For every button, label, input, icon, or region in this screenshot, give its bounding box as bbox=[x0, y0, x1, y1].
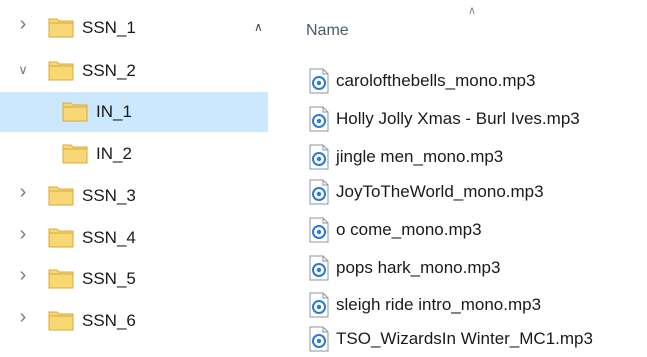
nav-item-ssn-5[interactable]: › SSN_5 bbox=[0, 259, 268, 299]
file-row[interactable]: Holly Jolly Xmas - Burl Ives.mp3 bbox=[308, 104, 647, 134]
nav-item-ssn-3[interactable]: › SSN_3 bbox=[0, 176, 268, 216]
file-row[interactable]: TSO_WizardsIn Winter_MC1.mp3 bbox=[308, 324, 647, 354]
nav-item-label: IN_1 bbox=[96, 102, 132, 121]
navigation-pane: › SSN_1 ∨ SSN_2 IN_1 IN_2 › SSN_3 › SSN_4 › SSN_5 › S… bbox=[0, 0, 268, 349]
chevron-right-icon[interactable]: › bbox=[16, 307, 30, 327]
file-row[interactable]: pops hark_mono.mp3 bbox=[308, 253, 647, 283]
file-name: pops hark_mono.mp3 bbox=[336, 258, 501, 277]
file-name: TSO_WizardsIn Winter_MC1.mp3 bbox=[336, 329, 593, 348]
folder-icon bbox=[48, 59, 74, 81]
nav-item-label: SSN_4 bbox=[82, 228, 136, 247]
folder-icon bbox=[48, 226, 74, 248]
nav-item-label: SSN_3 bbox=[82, 186, 136, 205]
nav-item-in-2[interactable]: IN_2 bbox=[0, 134, 268, 174]
file-name: jingle men_mono.mp3 bbox=[336, 147, 504, 166]
audio-file-icon bbox=[308, 144, 330, 170]
nav-item-label: SSN_2 bbox=[82, 61, 136, 80]
nav-item-label: SSN_1 bbox=[82, 18, 136, 37]
name-column-header[interactable]: Name bbox=[306, 22, 349, 40]
file-name: carolofthebells_mono.mp3 bbox=[336, 71, 536, 90]
file-name: sleigh ride intro_mono.mp3 bbox=[336, 295, 542, 314]
chevron-right-icon[interactable]: › bbox=[16, 224, 30, 244]
file-name: Holly Jolly Xmas - Burl Ives.mp3 bbox=[336, 109, 580, 128]
folder-icon bbox=[48, 184, 74, 206]
file-row[interactable]: sleigh ride intro_mono.mp3 bbox=[308, 290, 647, 320]
nav-item-label: IN_2 bbox=[96, 144, 132, 163]
audio-file-icon bbox=[308, 326, 330, 352]
audio-file-icon bbox=[308, 217, 330, 243]
audio-file-icon bbox=[308, 179, 330, 205]
nav-item-ssn-6[interactable]: › SSN_6 bbox=[0, 301, 268, 341]
file-row[interactable]: o come_mono.mp3 bbox=[308, 215, 647, 245]
file-row[interactable]: carolofthebells_mono.mp3 bbox=[308, 66, 647, 96]
folder-icon bbox=[62, 142, 88, 164]
audio-file-icon bbox=[308, 255, 330, 281]
audio-file-icon bbox=[308, 106, 330, 132]
chevron-right-icon[interactable]: › bbox=[16, 265, 30, 285]
nav-item-ssn-2[interactable]: ∨ SSN_2 bbox=[0, 51, 268, 91]
folder-icon bbox=[48, 16, 74, 38]
nav-item-ssn-1[interactable]: › SSN_1 bbox=[0, 8, 268, 48]
folder-icon bbox=[48, 309, 74, 331]
nav-item-in-1[interactable]: IN_1 bbox=[0, 92, 268, 132]
file-name: JoyToTheWorld_mono.mp3 bbox=[336, 182, 544, 201]
audio-file-icon bbox=[308, 68, 330, 94]
audio-file-icon bbox=[308, 292, 330, 318]
scroll-up-icon[interactable]: ∧ bbox=[254, 20, 263, 34]
sort-ascending-icon: ∧ bbox=[468, 5, 477, 17]
nav-item-label: SSN_6 bbox=[82, 311, 136, 330]
folder-icon bbox=[48, 267, 74, 289]
chevron-down-icon[interactable]: ∨ bbox=[16, 63, 30, 77]
nav-item-ssn-4[interactable]: › SSN_4 bbox=[0, 218, 268, 258]
file-list-pane: ∧ Name carolofthebells_mono.mp3 Holly Jol… bbox=[272, 0, 647, 352]
folder-icon bbox=[62, 100, 88, 122]
file-name: o come_mono.mp3 bbox=[336, 220, 482, 239]
file-row[interactable]: jingle men_mono.mp3 bbox=[308, 142, 647, 172]
chevron-right-icon[interactable]: › bbox=[16, 182, 30, 202]
file-row[interactable]: JoyToTheWorld_mono.mp3 bbox=[308, 177, 647, 207]
nav-item-label: SSN_5 bbox=[82, 269, 136, 288]
chevron-right-icon[interactable]: › bbox=[16, 14, 30, 34]
